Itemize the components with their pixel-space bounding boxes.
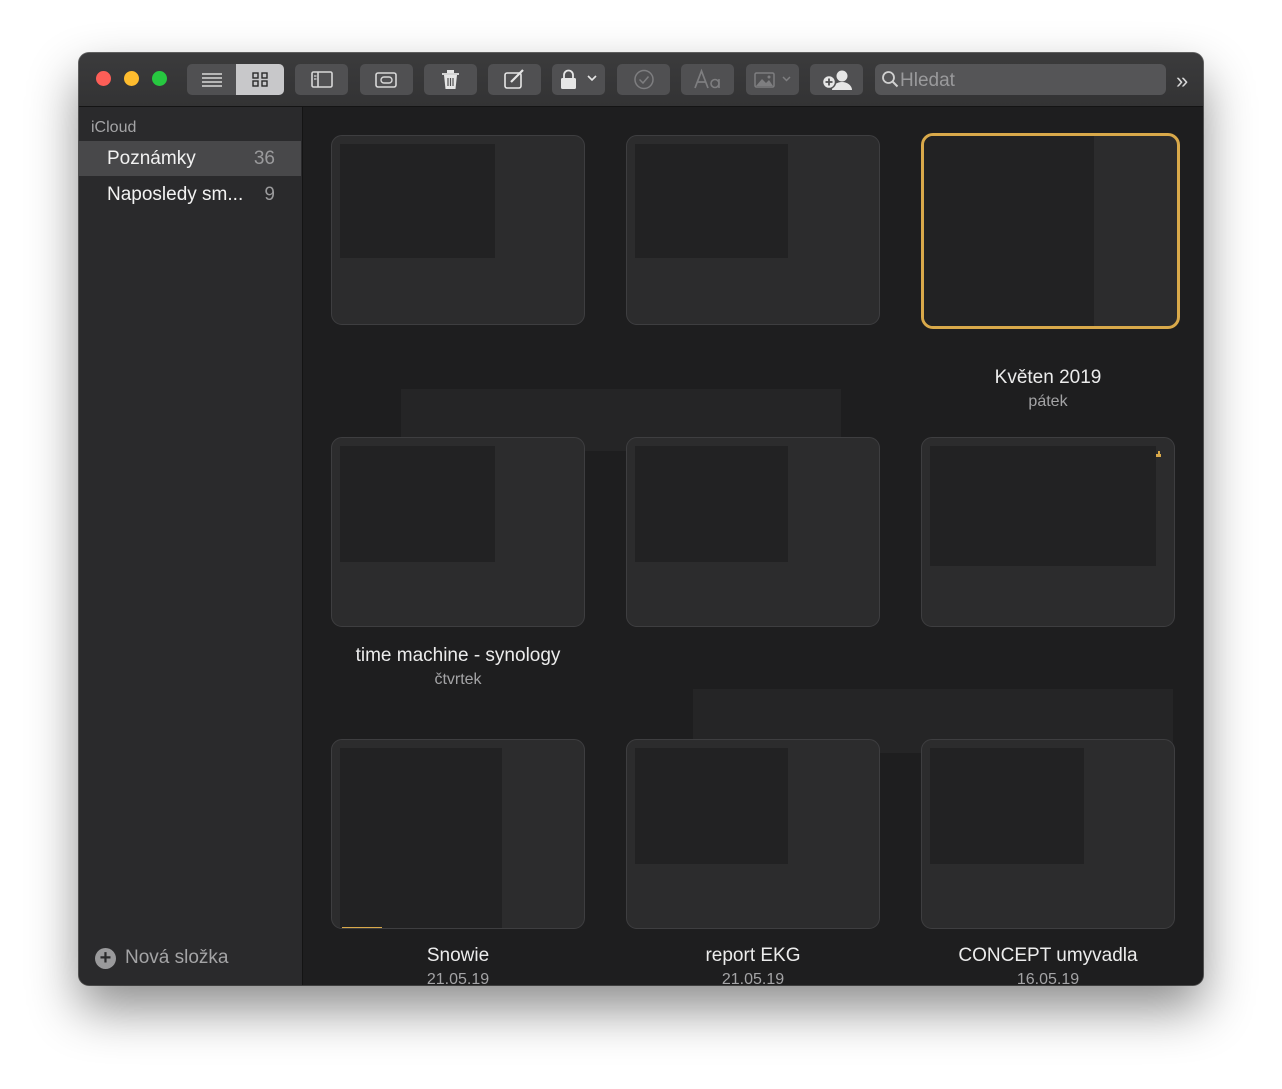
sidebar-item-recently-deleted[interactable]: Naposledy sm... 9 <box>79 177 301 212</box>
note-thumbnail <box>331 135 585 325</box>
gallery-view-button[interactable] <box>236 64 284 95</box>
note-thumbnail <box>921 133 1180 329</box>
notes-gallery: Květen 2019 pátek time machine - synolog… <box>303 107 1203 985</box>
note-title: report EKG <box>705 945 801 966</box>
compose-icon <box>504 69 524 89</box>
note-date: čtvrtek <box>434 671 482 688</box>
note-thumbnail <box>331 437 585 627</box>
compose-button[interactable] <box>488 64 541 95</box>
search-input[interactable] <box>898 64 1162 97</box>
search-field[interactable] <box>875 64 1166 97</box>
minimize-button[interactable] <box>124 71 139 86</box>
close-button[interactable] <box>96 71 111 86</box>
sidebar-toggle-icon <box>311 71 333 88</box>
search-icon <box>882 71 899 88</box>
lock-icon <box>561 69 597 89</box>
format-icon <box>694 68 720 89</box>
new-folder-label: Nová složka <box>125 947 229 968</box>
note-thumbnail <box>331 739 585 929</box>
format-button[interactable] <box>681 64 734 95</box>
attachments-icon <box>375 72 397 88</box>
note-title: Květen 2019 <box>994 367 1102 388</box>
list-view-button[interactable] <box>187 64 236 95</box>
note-thumbnail <box>921 437 1175 627</box>
folder-name: Poznámky <box>107 148 196 169</box>
view-mode-control <box>187 64 284 95</box>
overflow-icon[interactable]: » <box>1176 68 1188 94</box>
note-thumbnail <box>921 739 1175 929</box>
media-icon <box>754 72 791 88</box>
share-button[interactable] <box>810 64 863 95</box>
folder-name: Naposledy sm... <box>107 184 244 205</box>
sidebar-item-notes[interactable]: Poznámky 36 <box>79 141 301 176</box>
note-title: Snowie <box>426 945 490 966</box>
note-date: 21.05.19 <box>721 971 785 985</box>
media-button[interactable] <box>746 64 799 95</box>
delete-button[interactable] <box>424 64 477 95</box>
notes-window: » iCloud Poznámky 36 Naposledy sm... 9 +… <box>79 53 1203 985</box>
sidebar: iCloud Poznámky 36 Naposledy sm... 9 + N… <box>79 107 303 985</box>
note-date: pátek <box>1028 393 1068 410</box>
checklist-button[interactable] <box>617 64 670 95</box>
note-thumbnail <box>626 739 880 929</box>
zoom-button[interactable] <box>152 71 167 86</box>
note-title: CONCEPT umyvadla <box>958 945 1138 966</box>
list-view-icon <box>202 73 222 87</box>
checklist-icon <box>634 69 654 90</box>
attachments-button[interactable] <box>360 64 413 95</box>
lock-button[interactable] <box>552 64 605 95</box>
plus-icon: + <box>95 948 116 969</box>
note-thumbnail <box>626 135 880 325</box>
toolbar: » <box>79 53 1203 107</box>
note-date: 21.05.19 <box>426 971 490 985</box>
folder-count: 9 <box>264 184 275 205</box>
note-date: 16.05.19 <box>1016 971 1080 985</box>
share-icon <box>821 70 852 90</box>
gallery-view-icon <box>252 72 268 87</box>
trash-icon <box>442 70 459 89</box>
folder-count: 36 <box>253 148 275 169</box>
icloud-section-label: iCloud <box>91 119 137 136</box>
note-title: time machine - synology <box>355 645 561 666</box>
sidebar-toggle-button[interactable] <box>295 64 348 95</box>
note-thumbnail <box>626 437 880 627</box>
